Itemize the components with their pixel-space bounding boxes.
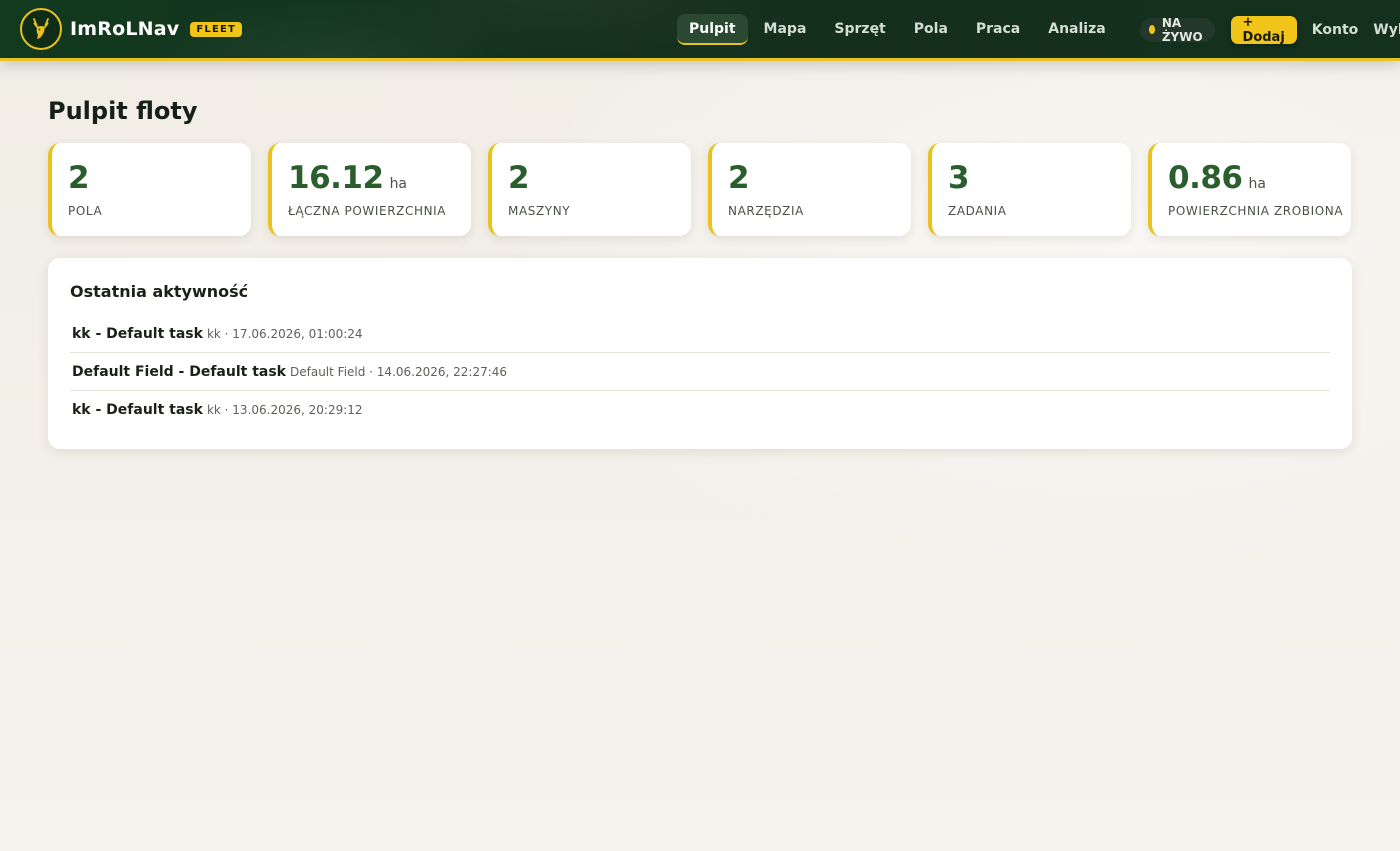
stat-label: ZADANIA (948, 204, 1007, 218)
nav-link-pulpit[interactable]: Pulpit (677, 14, 748, 45)
list-item[interactable]: kk - Default task kk · 13.06.2026, 20:29… (70, 391, 1330, 429)
live-dot-icon (1148, 25, 1155, 34)
nav-link-pola[interactable]: Pola (902, 14, 960, 45)
stat-label: POWIERZCHNIA ZROBIONA (1168, 204, 1344, 218)
stat-value: 3 (948, 160, 970, 196)
stat-card-total-area: 16.12 ha ŁĄCZNA POWIERZCHNIA (268, 143, 471, 236)
stat-label: ŁĄCZNA POWIERZCHNIA (288, 204, 447, 218)
stat-label: MASZYNY (508, 204, 571, 218)
activity-name: kk - Default task (72, 402, 203, 418)
activity-name: Default Field - Default task (72, 363, 286, 380)
live-label: NA ŻYWO (1161, 15, 1203, 44)
main-nav: Pulpit Mapa Sprzęt Pola Praca Analiza NA… (677, 14, 1400, 45)
page-title: Pulpit floty (48, 97, 198, 125)
activity-meta: Default Field · 14.06.2026, 22:27:46 (290, 364, 508, 379)
stat-value: 2 (508, 160, 530, 196)
fleet-badge: FLEET (190, 21, 243, 37)
live-status-badge: NA ŻYWO (1139, 15, 1215, 44)
activity-list: kk - Default task kk · 17.06.2026, 01:00… (70, 315, 1330, 429)
activity-title: Ostatnia aktywność (70, 282, 249, 301)
stat-card-fields: 2 POLA (48, 143, 251, 236)
stat-value: 16.12 ha (288, 160, 408, 196)
stat-card-tools: 2 NARZĘDZIA (708, 143, 911, 236)
account-link[interactable]: Konto (1312, 22, 1359, 38)
logout-link[interactable]: Wyloguj (1373, 22, 1400, 38)
stat-card-machines: 2 MASZYNY (488, 143, 691, 236)
stat-value: 0.86 ha (1168, 160, 1266, 196)
nav-link-sprzet[interactable]: Sprzęt (822, 14, 897, 45)
stat-label: POLA (68, 204, 103, 218)
top-navbar: ImRoLNav FLEET Pulpit Mapa Sprzęt Pola P… (0, 0, 1400, 61)
nav-link-analiza[interactable]: Analiza (1036, 14, 1117, 45)
stat-card-tasks: 3 ZADANIA (928, 143, 1131, 236)
brand-name: ImRoLNav (70, 18, 180, 40)
stat-value: 2 (68, 160, 90, 196)
list-item[interactable]: Default Field - Default task Default Fie… (70, 353, 1330, 391)
deer-icon (20, 8, 62, 50)
stat-value: 2 (728, 160, 750, 196)
activity-meta: kk · 13.06.2026, 20:29:12 (206, 403, 363, 417)
activity-name: kk - Default task (72, 325, 203, 342)
stat-label: NARZĘDZIA (728, 204, 804, 218)
brand[interactable]: ImRoLNav FLEET (20, 8, 243, 50)
recent-activity-panel: Ostatnia aktywność kk - Default task kk … (48, 258, 1352, 449)
nav-link-praca[interactable]: Praca (964, 14, 1032, 45)
list-item[interactable]: kk - Default task kk · 17.06.2026, 01:00… (70, 315, 1330, 353)
stats-row: 2 POLA 16.12 ha ŁĄCZNA POWIERZCHNIA 2 MAS… (48, 143, 1351, 236)
add-button[interactable]: + Dodaj (1230, 15, 1297, 45)
activity-meta: kk · 17.06.2026, 01:00:24 (206, 326, 363, 341)
nav-link-mapa[interactable]: Mapa (752, 14, 819, 45)
stat-card-area-done: 0.86 ha POWIERZCHNIA ZROBIONA (1148, 143, 1351, 236)
